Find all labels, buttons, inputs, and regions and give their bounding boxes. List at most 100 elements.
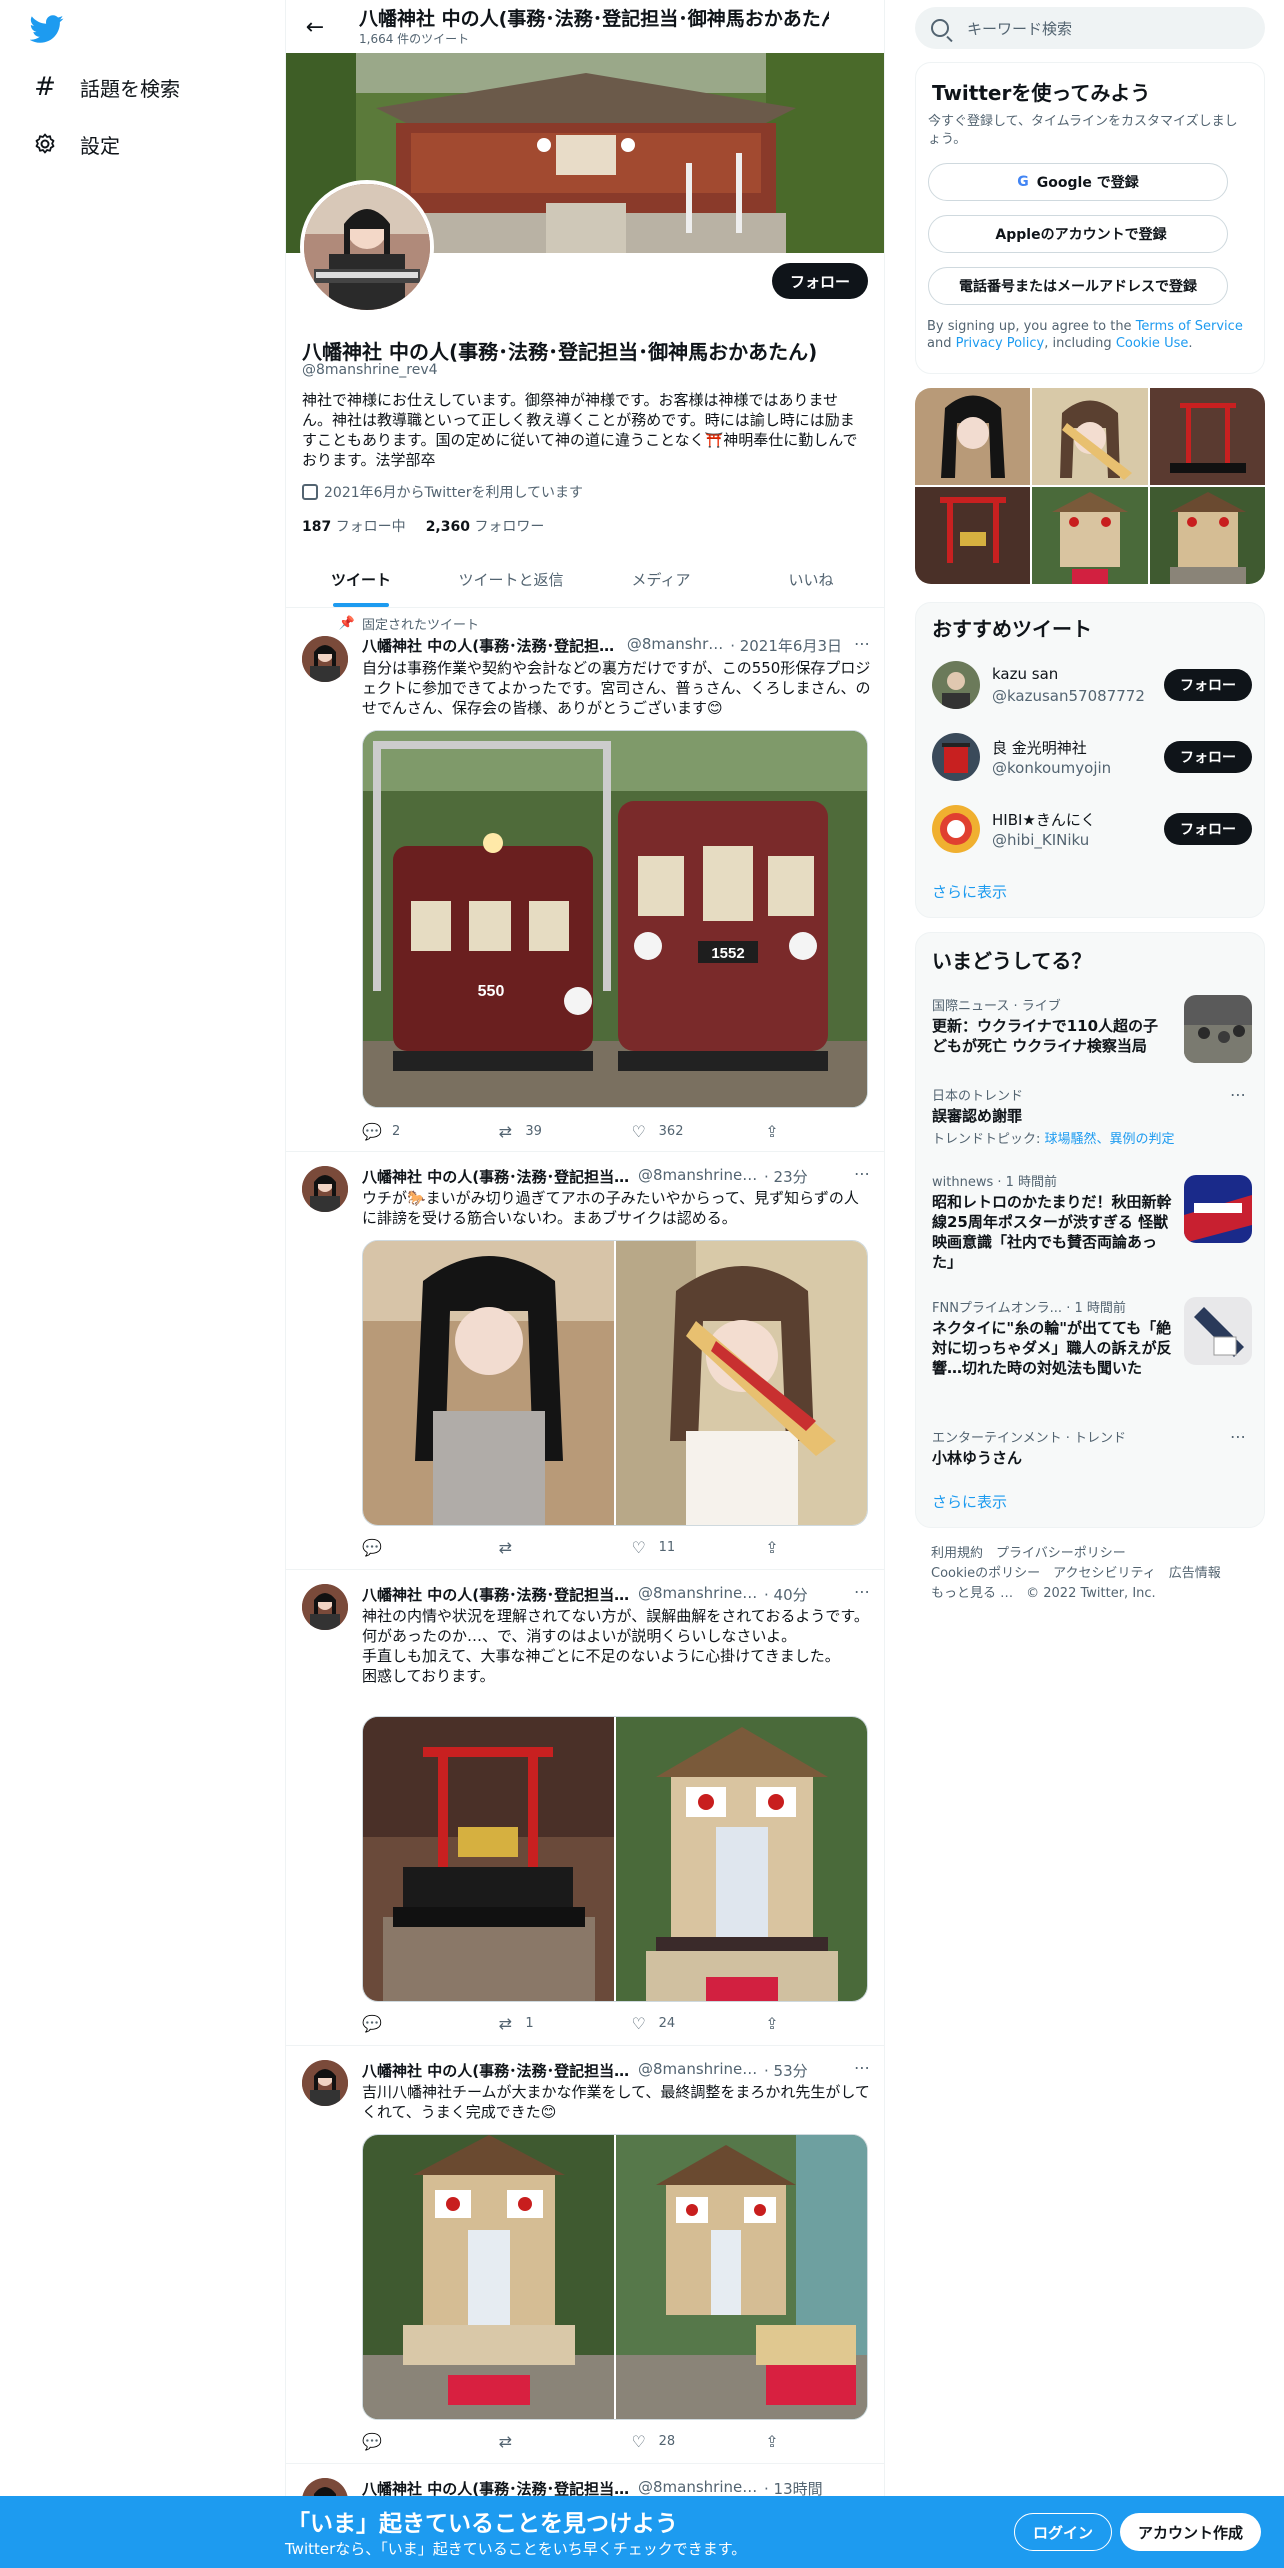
media-thumb[interactable] bbox=[1149, 388, 1265, 485]
recommended-user[interactable]: kazu san @kazusan57087772 フォロー bbox=[932, 657, 1252, 713]
cookie-link[interactable]: Cookie Use bbox=[1116, 336, 1189, 351]
tweet-time[interactable]: · 23分 bbox=[764, 1166, 808, 1187]
like-button[interactable]: ♡ 28 bbox=[629, 2432, 729, 2451]
google-signup-button[interactable]: G Google で登録 bbox=[928, 163, 1228, 201]
tab-tweets-replies[interactable]: ツイートと返信 bbox=[436, 552, 586, 607]
footer-line[interactable]: 利用規約 プライバシーポリシー bbox=[931, 1544, 1251, 1564]
share-button[interactable]: ⇪ bbox=[762, 1538, 792, 1557]
recommended-user[interactable]: HIBI★きんにく @hibi_KINiku フォロー bbox=[932, 801, 1252, 857]
tweet-image[interactable]: 550 1552 bbox=[362, 730, 868, 1108]
search-box[interactable]: キーワード検索 bbox=[915, 7, 1265, 49]
share-button[interactable]: ⇪ bbox=[762, 2014, 792, 2033]
trend-sub-link[interactable]: 球場騒然、異例の判定 bbox=[1045, 1132, 1175, 1147]
more-options-icon[interactable]: ⋯ bbox=[854, 1582, 870, 1601]
trend-item[interactable]: 国際ニュース · ライブ 更新：ウクライナで110人超の子どもが死亡 ウクライナ… bbox=[932, 995, 1252, 1075]
follow-button[interactable]: フォロー bbox=[1164, 669, 1252, 701]
user-avatar[interactable] bbox=[932, 733, 980, 781]
more-options-icon[interactable]: ⋯ bbox=[854, 2058, 870, 2077]
user-avatar[interactable] bbox=[932, 661, 980, 709]
terms-link[interactable]: Terms of Service bbox=[1136, 319, 1243, 334]
tweet-image[interactable] bbox=[616, 1241, 867, 1525]
follow-button[interactable]: フォロー bbox=[771, 263, 868, 299]
reply-button[interactable]: 💬 bbox=[362, 2432, 462, 2451]
tweet[interactable]: 八幡神社 中の人(事務･法務･登記担当･御神馬おかあたん) @8manshrin… bbox=[286, 1570, 884, 2046]
share-button[interactable]: ⇪ bbox=[762, 2432, 792, 2451]
retweet-button[interactable]: ⇄ 39 bbox=[495, 1122, 595, 1141]
footer-line[interactable]: もっと見る … © 2022 Twitter, Inc. bbox=[931, 1584, 1251, 1604]
apple-signup-button[interactable]: Appleのアカウントで登録 bbox=[928, 215, 1228, 253]
tweet-text: 神社の内情や状況を理解されてない方が、誤解曲解をされておるようです。 何があった… bbox=[362, 1607, 869, 1685]
login-button[interactable]: ログイン bbox=[1014, 2513, 1113, 2551]
privacy-link[interactable]: Privacy Policy bbox=[956, 336, 1045, 351]
trend-item[interactable]: FNNプライムオンラ... · 1 時間前 ネクタイに"糸の輪"が出てても「絶対… bbox=[932, 1297, 1252, 1407]
like-button[interactable]: ♡ 362 bbox=[629, 1122, 729, 1141]
tweet-author-name[interactable]: 八幡神社 中の人(事務･法務･登記担当･御神馬おかあたん) bbox=[362, 635, 621, 656]
signup-button[interactable]: アカウント作成 bbox=[1120, 2513, 1262, 2551]
tweet-image-pair[interactable] bbox=[362, 1716, 868, 2002]
media-thumb[interactable] bbox=[1032, 388, 1148, 485]
tweet-avatar[interactable] bbox=[302, 636, 348, 682]
more-options-icon[interactable]: ⋯ bbox=[1230, 1427, 1246, 1446]
like-button[interactable]: ♡ 24 bbox=[629, 2014, 729, 2033]
tweet-author-name[interactable]: 八幡神社 中の人(事務･法務･登記担当･御神馬おかあたん) bbox=[362, 1584, 632, 1605]
follow-button[interactable]: フォロー bbox=[1164, 741, 1252, 773]
tab-media[interactable]: メディア bbox=[586, 552, 736, 607]
tweet-image[interactable] bbox=[363, 2135, 614, 2419]
like-button[interactable]: ♡ 11 bbox=[629, 1538, 729, 1557]
media-thumb[interactable] bbox=[915, 388, 1031, 485]
tweet-time[interactable]: · 40分 bbox=[764, 1584, 808, 1605]
tweet-image[interactable] bbox=[616, 1717, 867, 2001]
user-avatar[interactable] bbox=[932, 805, 980, 853]
tweet-author-name[interactable]: 八幡神社 中の人(事務･法務･登記担当･御神馬おかあたん) bbox=[362, 2060, 632, 2081]
media-thumb[interactable] bbox=[1149, 487, 1265, 584]
more-options-icon[interactable]: ⋯ bbox=[1230, 1085, 1246, 1104]
tweet-avatar[interactable] bbox=[302, 1166, 348, 1212]
phone-email-signup-button[interactable]: 電話番号またはメールアドレスで登録 bbox=[928, 267, 1228, 305]
tweet-author-handle[interactable]: @8manshrine_rev4 bbox=[638, 1166, 758, 1187]
trend-item[interactable]: 日本のトレンド 誤審認め謝罪 トレンドトピック: 球場騒然、異例の判定 ⋯ bbox=[932, 1085, 1252, 1155]
profile-avatar[interactable] bbox=[300, 180, 434, 314]
recommended-show-more[interactable]: さらに表示 bbox=[932, 881, 1007, 902]
tweet-image[interactable] bbox=[363, 1717, 614, 2001]
reply-button[interactable]: 💬 2 bbox=[362, 1122, 462, 1141]
tab-tweets[interactable]: ツイート bbox=[286, 552, 436, 607]
reply-button[interactable]: 💬 bbox=[362, 1538, 462, 1557]
nav-explore[interactable]: # 話題を検索 bbox=[30, 65, 180, 109]
tweet-time[interactable]: · 2021年6月3日 bbox=[730, 635, 842, 656]
following-link[interactable]: 187 フォロー中 bbox=[302, 516, 406, 536]
nav-settings[interactable]: 設定 bbox=[30, 122, 120, 166]
followers-link[interactable]: 2,360 フォロワー bbox=[426, 516, 545, 536]
retweet-button[interactable]: ⇄ 1 bbox=[495, 2014, 595, 2033]
tweet[interactable]: 📌 固定されたツイート 八幡神社 中の人(事務･法務･登記担当･御神馬おかあたん… bbox=[286, 608, 884, 1152]
tweet-author-handle[interactable]: @8manshrine_rev4 bbox=[638, 2060, 758, 2081]
tweet-image-pair[interactable] bbox=[362, 2134, 868, 2420]
tweet[interactable]: 八幡神社 中の人(事務･法務･登記担当･御神馬おかあたん) @8manshrin… bbox=[286, 1152, 884, 1570]
recommended-user[interactable]: 良 金光明神社 @konkoumyojin フォロー bbox=[932, 729, 1252, 785]
retweet-button[interactable]: ⇄ bbox=[495, 1538, 595, 1557]
trend-item[interactable]: エンターテインメント · トレンド 小林ゆうさん ⋯ bbox=[932, 1427, 1252, 1477]
tweet-author-handle[interactable]: @8manshrine_rev4 bbox=[638, 1584, 758, 1605]
twitter-logo-icon[interactable] bbox=[29, 12, 66, 48]
tweet-avatar[interactable] bbox=[302, 2060, 348, 2106]
reply-button[interactable]: 💬 bbox=[362, 2014, 462, 2033]
trend-item[interactable]: withnews · 1 時間前 昭和レトロのかたまりだ！秋田新幹線25周年ポス… bbox=[932, 1171, 1252, 1281]
media-thumb[interactable] bbox=[915, 487, 1031, 584]
trends-show-more[interactable]: さらに表示 bbox=[932, 1491, 1007, 1512]
tweet-author-handle[interactable]: @8manshrine_rev4 bbox=[627, 635, 724, 656]
more-options-icon[interactable]: ⋯ bbox=[854, 634, 870, 653]
tweet-image[interactable] bbox=[363, 1241, 614, 1525]
tweet-time[interactable]: · 53分 bbox=[764, 2060, 808, 2081]
tweet-image-pair[interactable] bbox=[362, 1240, 868, 1526]
retweet-button[interactable]: ⇄ bbox=[495, 2432, 595, 2451]
tweet-author-name[interactable]: 八幡神社 中の人(事務･法務･登記担当･御神馬おかあたん) bbox=[362, 1166, 632, 1187]
more-options-icon[interactable]: ⋯ bbox=[854, 1164, 870, 1183]
tab-likes[interactable]: いいね bbox=[736, 552, 884, 607]
back-arrow-icon[interactable]: ← bbox=[298, 10, 332, 44]
tweet[interactable]: 八幡神社 中の人(事務･法務･登記担当･御神馬おかあたん) @8manshrin… bbox=[286, 2046, 884, 2464]
tweet-image[interactable] bbox=[616, 2135, 867, 2419]
footer-line[interactable]: Cookieのポリシー アクセシビリティ 広告情報 bbox=[931, 1564, 1251, 1584]
tweet-avatar[interactable] bbox=[302, 1584, 348, 1630]
media-thumb[interactable] bbox=[1032, 487, 1148, 584]
share-button[interactable]: ⇪ bbox=[762, 1122, 792, 1141]
follow-button[interactable]: フォロー bbox=[1164, 813, 1252, 845]
